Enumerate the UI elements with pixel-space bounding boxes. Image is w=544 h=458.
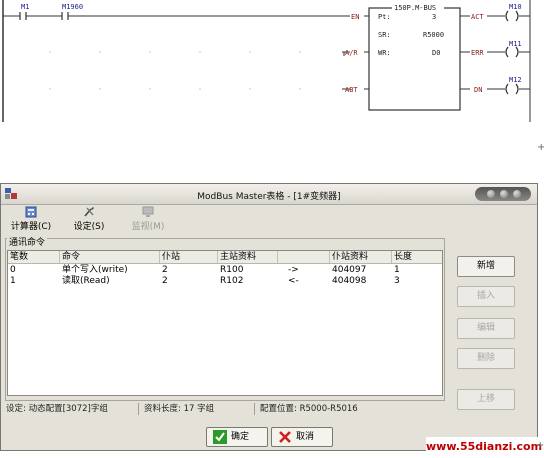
edit-button[interactable]: 编辑 — [457, 318, 515, 339]
param-value: 3 — [432, 13, 436, 21]
coil-label: M12 — [509, 76, 522, 84]
table-cell: 读取(Read) — [62, 276, 110, 286]
block-output-label: ERR — [471, 49, 484, 57]
column-header[interactable]: 命令 — [60, 251, 160, 263]
cancel-label: 取消 — [296, 432, 315, 442]
window-title: ModBus Master表格 - [1#变频器] — [197, 192, 341, 202]
column-header[interactable]: 笔数 — [8, 251, 60, 263]
tools-icon — [84, 207, 94, 217]
table-cell: 3 — [394, 276, 400, 286]
plus-mark: + — [537, 142, 544, 153]
delete-button[interactable]: 删除 — [457, 348, 515, 369]
table-cell: 单个写入(write) — [62, 265, 128, 275]
column-header[interactable]: 主站资料 — [218, 251, 278, 263]
table-cell: 1 — [10, 276, 16, 286]
ladder-diagram: M1 M1960 EN A/R ABT 150P.M-BUS Pt: 3 SR:… — [0, 0, 544, 130]
table-cell: R100 — [220, 265, 244, 275]
checkmark-icon — [213, 430, 227, 444]
ok-button[interactable]: 确定 — [206, 427, 268, 447]
table-cell: -> — [288, 265, 299, 275]
minimize-button[interactable] — [487, 190, 495, 198]
window-controls — [475, 187, 531, 201]
command-table[interactable]: 笔数 命令 仆站 主站资料 仆站资料 长度 0 单个写入(write) 2 R1… — [7, 250, 443, 396]
column-header[interactable]: 长度 — [392, 251, 442, 263]
close-button[interactable] — [513, 190, 521, 198]
plus-mark: + — [536, 440, 544, 451]
block-output-label: ACT — [471, 13, 484, 21]
contact-label: M1 — [21, 3, 29, 11]
block-input-label: EN — [351, 13, 359, 21]
block-title: 150P.M-BUS — [394, 4, 436, 12]
group-label: 通讯命令 — [7, 235, 48, 248]
maximize-button[interactable] — [500, 190, 508, 198]
column-header[interactable]: 仆站资料 — [330, 251, 392, 263]
add-button[interactable]: 新增 — [457, 256, 515, 277]
table-cell: 0 — [10, 265, 16, 275]
calculator-icon — [25, 206, 37, 218]
param-value: D0 — [432, 49, 440, 57]
param-label: SR: — [378, 31, 391, 39]
table-cell: 2 — [162, 265, 168, 275]
calculator-label: 计算器(C) — [10, 222, 52, 232]
watermark: www.55dianzi.com — [426, 437, 542, 456]
block-input-label: ABT — [345, 86, 358, 94]
calculator-button[interactable]: 计算器(C) — [7, 206, 55, 232]
table-row[interactable]: 1 读取(Read) 2 R102 <- 404098 3 — [8, 276, 442, 287]
status-position: 配置位置: R5000-R5016 — [260, 404, 358, 414]
param-value: R5000 — [423, 31, 444, 39]
status-bar: 设定: 动态配置[3072]字组 资料长度: 17 字组 配置位置: R5000… — [4, 403, 446, 415]
title-bar[interactable]: ModBus Master表格 - [1#变频器] — [1, 184, 537, 205]
block-input-label: A/R — [345, 49, 358, 57]
monitor-label: 监视(M) — [131, 222, 165, 232]
modbus-dialog: ModBus Master表格 - [1#变频器] 计算器(C) 设定(S) 监… — [0, 183, 538, 451]
column-header[interactable] — [278, 251, 330, 263]
table-cell: 404098 — [332, 276, 367, 286]
toolbar: 计算器(C) 设定(S) 监视(M) — [1, 206, 537, 236]
table-cell: 1 — [394, 265, 400, 275]
param-label: Pt: — [378, 13, 391, 21]
coil-label: M10 — [509, 3, 522, 11]
status-length: 资料长度: 17 字组 — [144, 404, 215, 414]
ok-label: 确定 — [231, 432, 250, 442]
move-up-button[interactable]: 上移 — [457, 389, 515, 410]
coil-label: M11 — [509, 40, 522, 48]
status-config: 设定: 动态配置[3072]字组 — [6, 404, 108, 414]
cross-icon — [279, 431, 291, 443]
contact-label: M1960 — [62, 3, 83, 11]
block-output-label: DN — [474, 86, 482, 94]
monitor-icon — [142, 206, 154, 217]
settings-button[interactable]: 设定(S) — [67, 206, 111, 232]
table-cell: <- — [288, 276, 299, 286]
cancel-button[interactable]: 取消 — [271, 427, 333, 447]
table-cell: 2 — [162, 276, 168, 286]
table-cell: 404097 — [332, 265, 367, 275]
column-header[interactable]: 仆站 — [160, 251, 218, 263]
param-label: WR: — [378, 49, 391, 57]
table-cell: R102 — [220, 276, 244, 286]
table-row[interactable]: 0 单个写入(write) 2 R100 -> 404097 1 — [8, 265, 442, 276]
monitor-button[interactable]: 监视(M) — [125, 206, 171, 232]
table-header: 笔数 命令 仆站 主站资料 仆站资料 长度 — [8, 251, 442, 264]
insert-button[interactable]: 插入 — [457, 286, 515, 307]
settings-label: 设定(S) — [73, 222, 105, 232]
